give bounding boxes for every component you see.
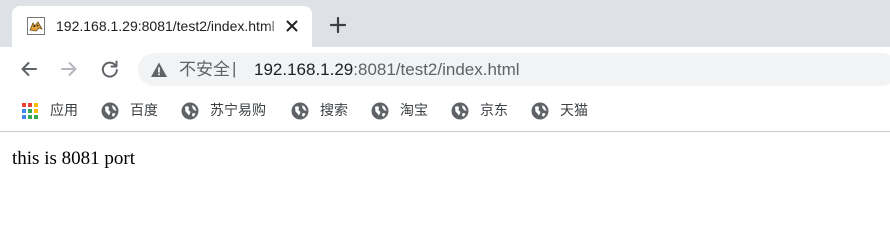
browser-toolbar: 不安全 | 192.168.1.29:8081/test2/index.html (0, 47, 890, 92)
page-content: this is 8081 port (0, 132, 890, 240)
globe-icon (531, 102, 549, 120)
globe-icon (181, 102, 199, 120)
warning-icon[interactable] (150, 61, 168, 79)
tomcat-icon (27, 17, 45, 35)
arrow-right-icon[interactable] (59, 59, 79, 79)
bookmark-apps[interactable]: 应用 (21, 101, 78, 121)
tab-title: 192.168.1.29:8081/test2/index.html (56, 18, 275, 34)
bookmark-label: 应用 (50, 103, 78, 119)
bookmark-suning[interactable]: 苏宁易购 (181, 101, 266, 121)
tab-strip: 192.168.1.29:8081/test2/index.html (0, 0, 890, 47)
reload-icon[interactable] (100, 59, 120, 79)
globe-icon (451, 102, 469, 120)
address-bar[interactable]: 不安全 | 192.168.1.29:8081/test2/index.html (138, 53, 890, 86)
new-tab-plus-icon[interactable] (328, 15, 348, 35)
url-text[interactable]: 192.168.1.29:8081/test2/index.html (254, 60, 520, 80)
bookmark-label: 京东 (480, 103, 508, 119)
close-icon[interactable] (283, 17, 301, 35)
url-host: 192.168.1.29 (254, 60, 354, 79)
bookmark-tmall[interactable]: 天猫 (531, 101, 588, 121)
bookmarks-bar: 应用 百度 苏宁易购 搜索 淘宝 京东 天猫 (0, 92, 890, 132)
bookmark-taobao[interactable]: 淘宝 (371, 101, 428, 121)
globe-icon (371, 102, 389, 120)
page-text: this is 8081 port (12, 148, 135, 169)
arrow-left-icon[interactable] (19, 59, 39, 79)
browser-tab[interactable]: 192.168.1.29:8081/test2/index.html (12, 6, 312, 47)
globe-icon (101, 102, 119, 120)
bookmark-label: 天猫 (560, 103, 588, 119)
bookmark-label: 搜索 (320, 103, 348, 119)
globe-icon (291, 102, 309, 120)
url-path: :8081/test2/index.html (353, 60, 520, 79)
bookmark-search[interactable]: 搜索 (291, 101, 348, 121)
apps-grid-icon (22, 103, 38, 119)
security-label[interactable]: 不安全 (179, 60, 230, 80)
bookmark-label: 百度 (130, 103, 158, 119)
bookmark-jd[interactable]: 京东 (451, 101, 508, 121)
omnibox-separator: | (232, 59, 237, 78)
bookmark-baidu[interactable]: 百度 (101, 101, 158, 121)
bookmark-label: 苏宁易购 (210, 103, 266, 119)
bookmark-label: 淘宝 (400, 103, 428, 119)
